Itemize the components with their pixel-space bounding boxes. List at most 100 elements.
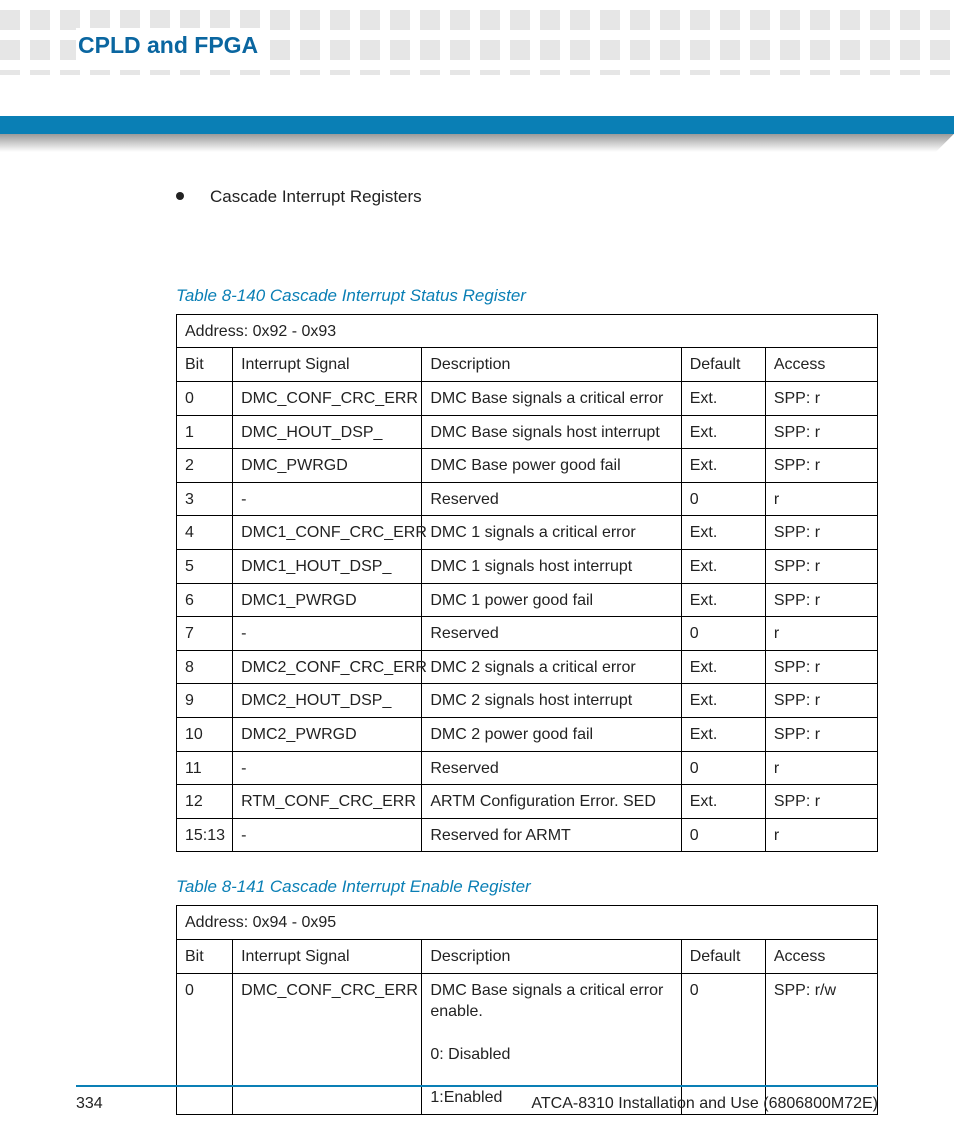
header-blue-bar bbox=[0, 116, 954, 134]
cell-bit: 0 bbox=[177, 382, 233, 416]
cell-def: 0 bbox=[681, 482, 765, 516]
table-row: 12RTM_CONF_CRC_ERRARTM Configuration Err… bbox=[177, 785, 878, 819]
cell-signal: DMC1_HOUT_DSP_ bbox=[233, 550, 422, 584]
col-header-signal: Interrupt Signal bbox=[233, 348, 422, 382]
cell-desc: Reserved for ARMT bbox=[422, 818, 681, 852]
cell-desc: DMC 1 signals a critical error bbox=[422, 516, 681, 550]
cell-def: Ext. bbox=[681, 516, 765, 550]
table-row: 2DMC_PWRGDDMC Base power good failExt.SP… bbox=[177, 449, 878, 483]
cell-def: Ext. bbox=[681, 382, 765, 416]
cell-desc: DMC 2 signals host interrupt bbox=[422, 684, 681, 718]
cell-def: Ext. bbox=[681, 650, 765, 684]
table-row: 4DMC1_CONF_CRC_ERRDMC 1 signals a critic… bbox=[177, 516, 878, 550]
header-shadow bbox=[0, 134, 954, 152]
cell-signal: - bbox=[233, 751, 422, 785]
cell-def: Ext. bbox=[681, 718, 765, 752]
cell-def: 0 bbox=[681, 751, 765, 785]
cell-def: 0 bbox=[681, 617, 765, 651]
footer-rule bbox=[76, 1085, 878, 1087]
col-header-bit: Bit bbox=[177, 348, 233, 382]
cell-signal: DMC1_PWRGD bbox=[233, 583, 422, 617]
cell-signal: DMC2_PWRGD bbox=[233, 718, 422, 752]
col-header-desc: Description bbox=[422, 348, 681, 382]
cell-acc: SPP: r bbox=[765, 718, 877, 752]
table-140: Address: 0x92 - 0x93 Bit Interrupt Signa… bbox=[176, 314, 878, 853]
cell-signal: - bbox=[233, 818, 422, 852]
table-141-caption: Table 8-141 Cascade Interrupt Enable Reg… bbox=[176, 876, 878, 899]
cell-signal: - bbox=[233, 617, 422, 651]
table-row: 9DMC2_HOUT_DSP_DMC 2 signals host interr… bbox=[177, 684, 878, 718]
table-row: Address: 0x94 - 0x95 bbox=[177, 906, 878, 940]
document-title: ATCA-8310 Installation and Use (6806800M… bbox=[531, 1093, 878, 1115]
bullet-icon bbox=[176, 192, 184, 200]
cell-bit: 1 bbox=[177, 415, 233, 449]
cell-acc: SPP: r bbox=[765, 516, 877, 550]
col-header-signal: Interrupt Signal bbox=[233, 939, 422, 973]
col-header-desc: Description bbox=[422, 939, 681, 973]
cell-acc: SPP: r bbox=[765, 415, 877, 449]
cell-signal: RTM_CONF_CRC_ERR bbox=[233, 785, 422, 819]
cell-signal: - bbox=[233, 482, 422, 516]
col-header-def: Default bbox=[681, 348, 765, 382]
cell-desc: Reserved bbox=[422, 482, 681, 516]
col-header-def: Default bbox=[681, 939, 765, 973]
cell-desc: DMC 2 power good fail bbox=[422, 718, 681, 752]
cell-desc: DMC 2 signals a critical error bbox=[422, 650, 681, 684]
table-row: 8DMC2_CONF_CRC_ERRDMC 2 signals a critic… bbox=[177, 650, 878, 684]
cell-bit: 10 bbox=[177, 718, 233, 752]
cell-acc: SPP: r bbox=[765, 583, 877, 617]
cell-desc: DMC Base signals a critical error bbox=[422, 382, 681, 416]
cell-signal: DMC2_HOUT_DSP_ bbox=[233, 684, 422, 718]
cell-signal: DMC_HOUT_DSP_ bbox=[233, 415, 422, 449]
cell-bit: 12 bbox=[177, 785, 233, 819]
table-address: Address: 0x92 - 0x93 bbox=[177, 314, 878, 348]
table-141: Address: 0x94 - 0x95 Bit Interrupt Signa… bbox=[176, 905, 878, 1115]
cell-bit: 6 bbox=[177, 583, 233, 617]
section-title: CPLD and FPGA bbox=[76, 28, 266, 63]
cell-desc: Reserved bbox=[422, 751, 681, 785]
cell-acc: SPP: r bbox=[765, 684, 877, 718]
cell-desc: DMC 1 power good fail bbox=[422, 583, 681, 617]
cell-desc: DMC 1 signals host interrupt bbox=[422, 550, 681, 584]
cell-def: Ext. bbox=[681, 415, 765, 449]
table-row: 0DMC_CONF_CRC_ERRDMC Base signals a crit… bbox=[177, 382, 878, 416]
table-row: 7-Reserved0r bbox=[177, 617, 878, 651]
cell-def: Ext. bbox=[681, 583, 765, 617]
cell-bit: 11 bbox=[177, 751, 233, 785]
cell-bit: 7 bbox=[177, 617, 233, 651]
table-row: 5DMC1_HOUT_DSP_DMC 1 signals host interr… bbox=[177, 550, 878, 584]
cell-def: 0 bbox=[681, 818, 765, 852]
table-row: 10DMC2_PWRGDDMC 2 power good failExt.SPP… bbox=[177, 718, 878, 752]
bullet-item: Cascade Interrupt Registers bbox=[176, 186, 878, 209]
cell-acc: r bbox=[765, 482, 877, 516]
cell-acc: SPP: r bbox=[765, 449, 877, 483]
cell-signal: DMC_PWRGD bbox=[233, 449, 422, 483]
table-row: Bit Interrupt Signal Description Default… bbox=[177, 939, 878, 973]
cell-acc: r bbox=[765, 751, 877, 785]
table-row: 3-Reserved0r bbox=[177, 482, 878, 516]
cell-bit: 4 bbox=[177, 516, 233, 550]
col-header-acc: Access bbox=[765, 939, 877, 973]
table-address: Address: 0x94 - 0x95 bbox=[177, 906, 878, 940]
table-row: 11-Reserved0r bbox=[177, 751, 878, 785]
cell-bit: 5 bbox=[177, 550, 233, 584]
cell-acc: SPP: r bbox=[765, 650, 877, 684]
cell-signal: DMC_CONF_CRC_ERR bbox=[233, 382, 422, 416]
cell-def: Ext. bbox=[681, 550, 765, 584]
table-row: Address: 0x92 - 0x93 bbox=[177, 314, 878, 348]
cell-def: Ext. bbox=[681, 449, 765, 483]
cell-def: Ext. bbox=[681, 785, 765, 819]
cell-bit: 3 bbox=[177, 482, 233, 516]
cell-acc: SPP: r bbox=[765, 550, 877, 584]
cell-def: Ext. bbox=[681, 684, 765, 718]
col-header-bit: Bit bbox=[177, 939, 233, 973]
table-row: 15:13-Reserved for ARMT0r bbox=[177, 818, 878, 852]
cell-acc: r bbox=[765, 818, 877, 852]
cell-bit: 2 bbox=[177, 449, 233, 483]
cell-desc: DMC Base power good fail bbox=[422, 449, 681, 483]
col-header-acc: Access bbox=[765, 348, 877, 382]
cell-desc: DMC Base signals host interrupt bbox=[422, 415, 681, 449]
table-row: Bit Interrupt Signal Description Default… bbox=[177, 348, 878, 382]
cell-desc: Reserved bbox=[422, 617, 681, 651]
cell-signal: DMC1_CONF_CRC_ERR bbox=[233, 516, 422, 550]
